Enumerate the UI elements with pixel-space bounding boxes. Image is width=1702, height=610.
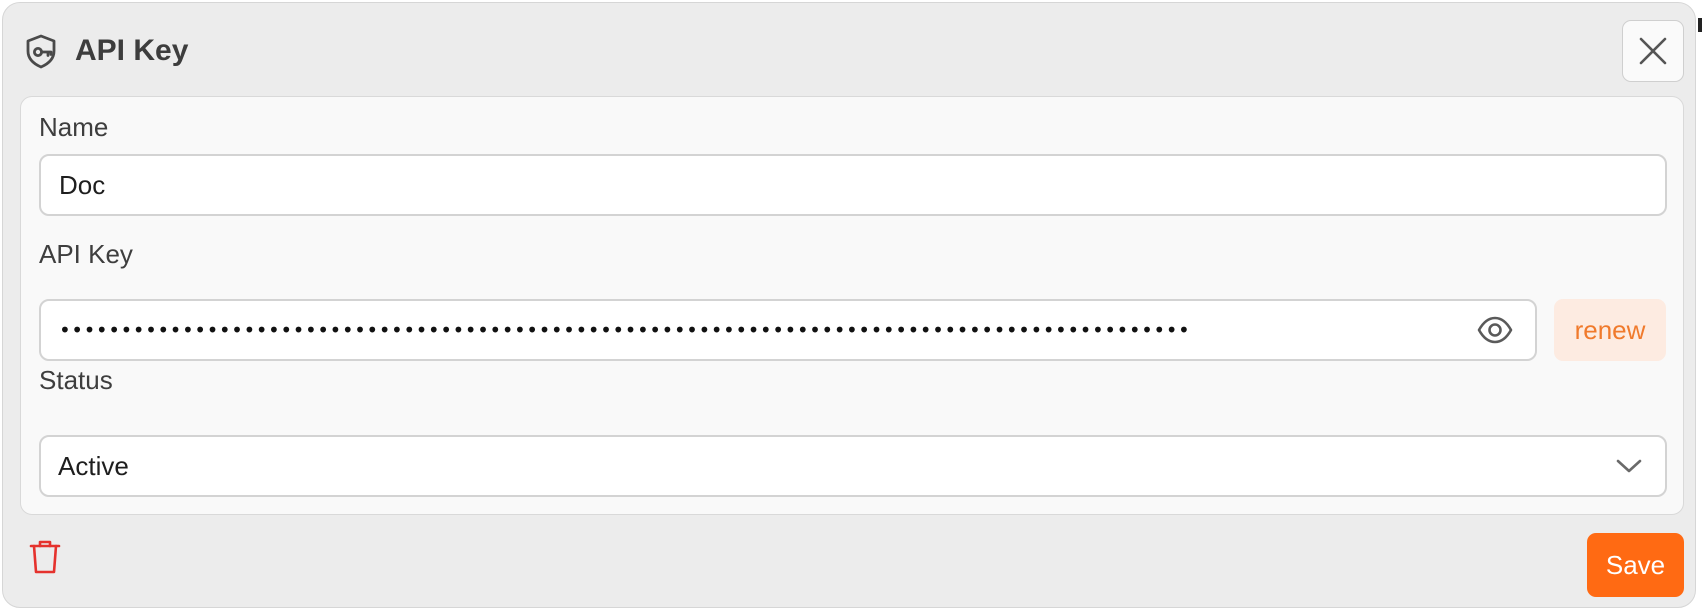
api-key-dialog: API Key Name Doc API Key •••••••••••••••… xyxy=(2,2,1696,608)
eye-icon[interactable] xyxy=(1477,314,1513,346)
status-selected-value: Active xyxy=(58,451,129,481)
shield-key-icon xyxy=(23,33,59,69)
close-icon xyxy=(1639,37,1667,65)
name-input[interactable]: Doc xyxy=(39,154,1667,216)
renew-button[interactable]: renew xyxy=(1554,299,1666,361)
save-button[interactable]: Save xyxy=(1587,533,1684,597)
status-label: Status xyxy=(39,365,113,395)
api-key-input[interactable]: ••••••••••••••••••••••••••••••••••••••••… xyxy=(39,299,1537,361)
name-label: Name xyxy=(39,112,109,142)
form-card: Name Doc API Key •••••••••••••••••••••••… xyxy=(20,96,1684,515)
dialog-title: API Key xyxy=(75,34,189,67)
chevron-down-icon xyxy=(1615,454,1643,478)
close-button[interactable] xyxy=(1622,20,1684,82)
status-select[interactable]: Active xyxy=(39,435,1667,497)
dialog-header: API Key xyxy=(3,3,1695,95)
api-key-label: API Key xyxy=(39,239,133,269)
api-key-masked-value: ••••••••••••••••••••••••••••••••••••••••… xyxy=(59,318,1189,342)
window-edge-marker xyxy=(1698,18,1702,32)
trash-icon[interactable] xyxy=(27,537,63,577)
